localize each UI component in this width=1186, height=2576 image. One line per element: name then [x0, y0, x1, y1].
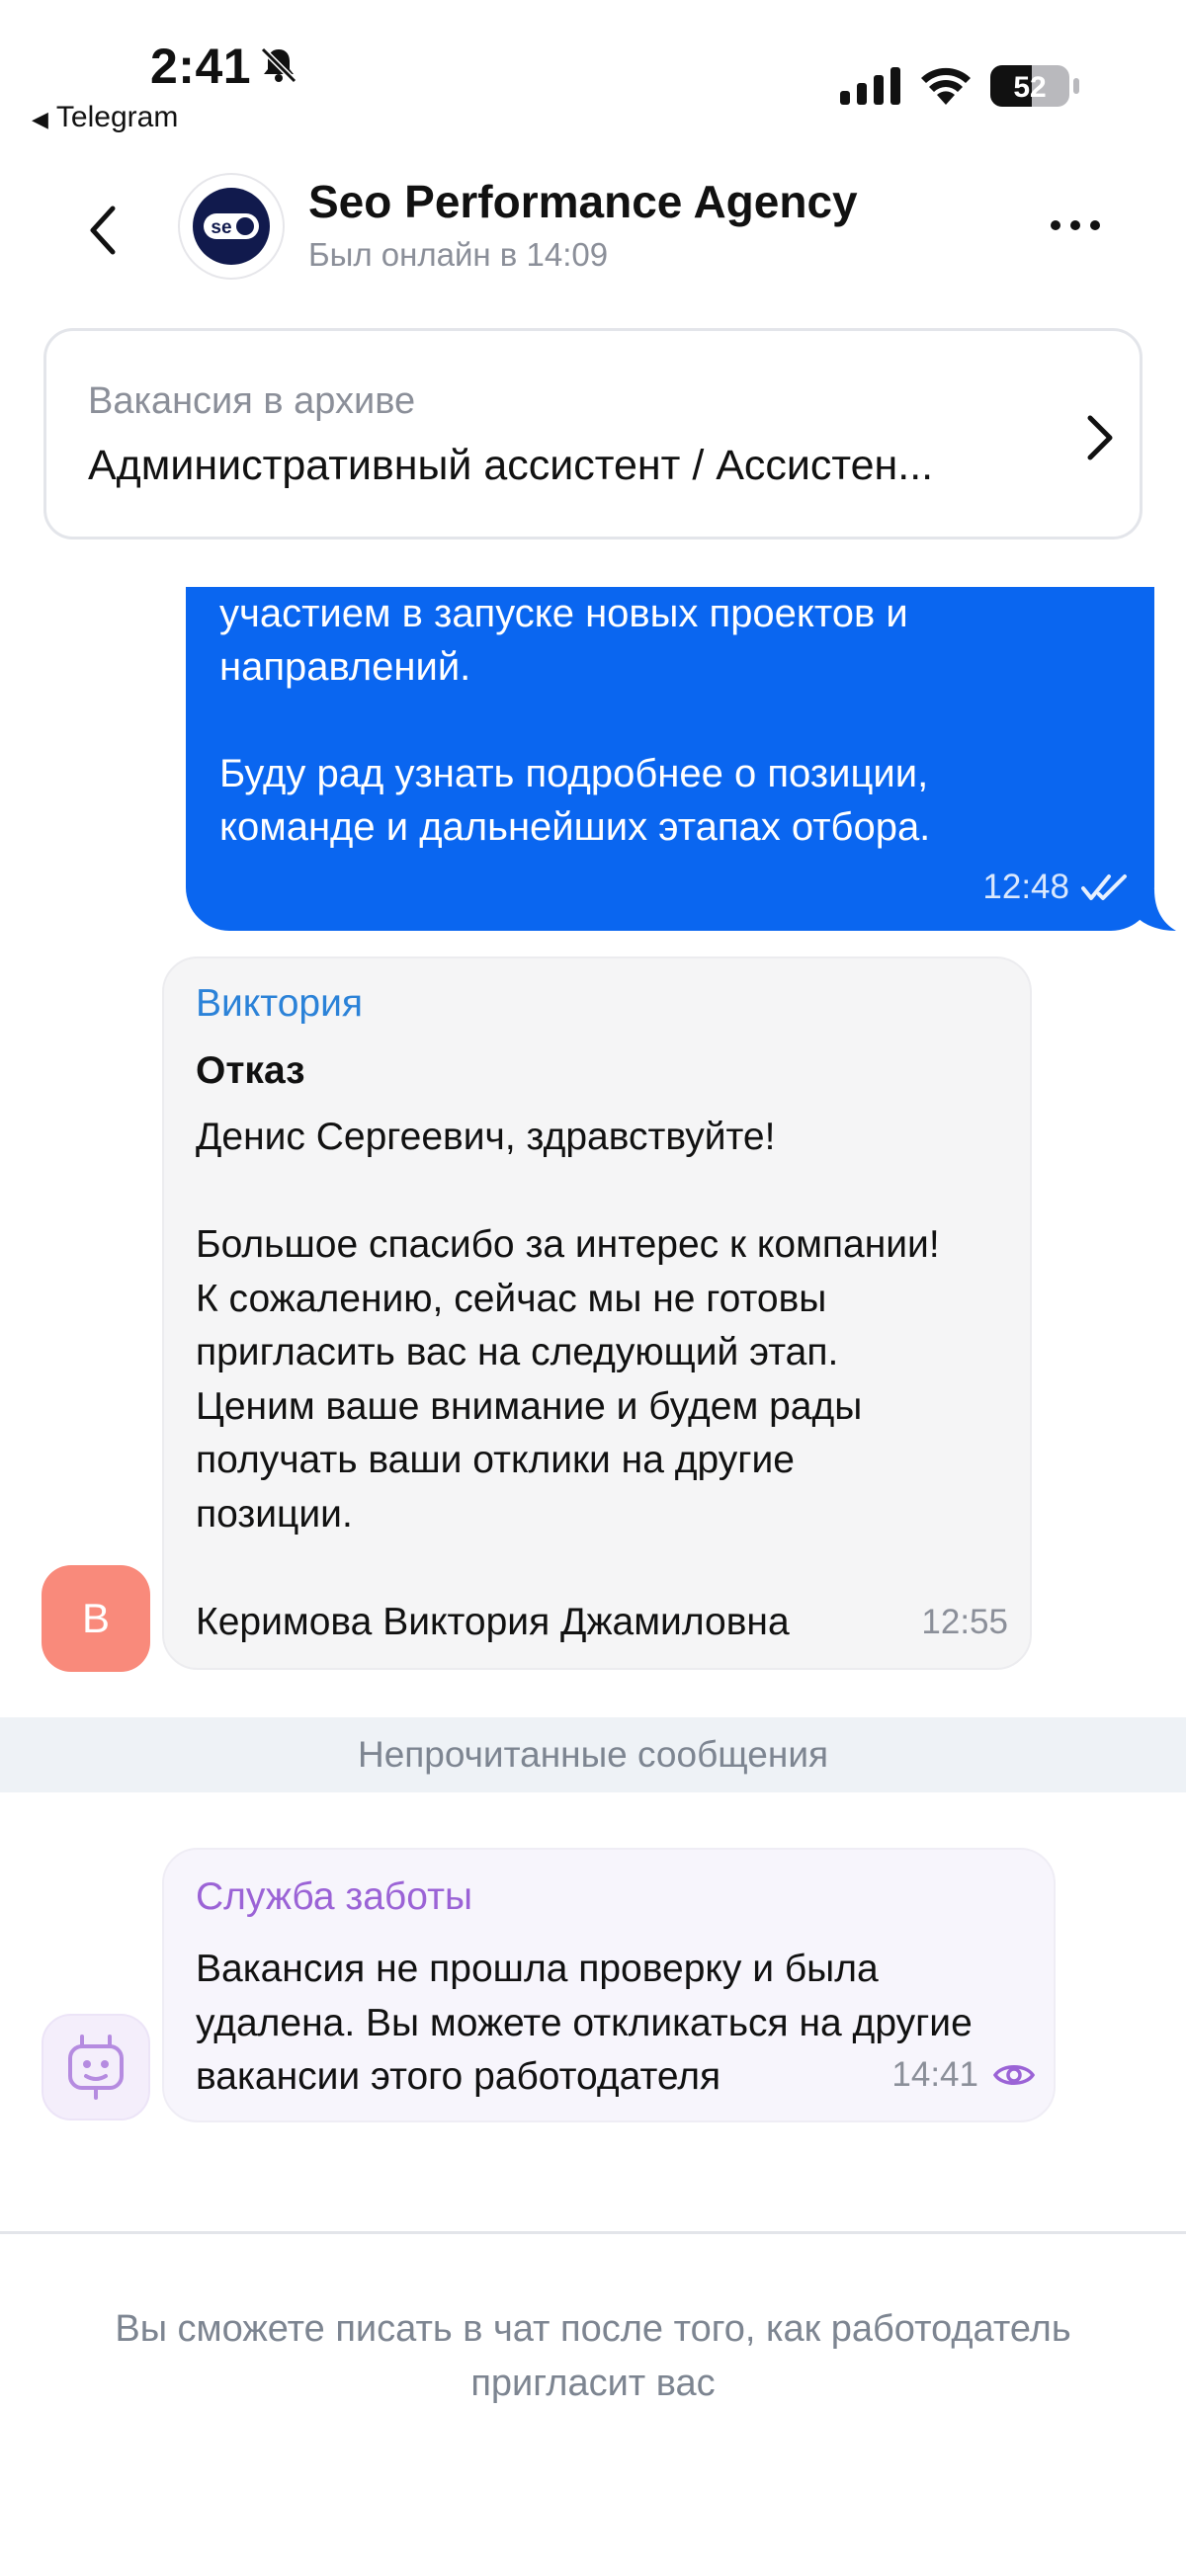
wifi-icon: [921, 67, 971, 105]
status-time: 2:41: [150, 39, 252, 94]
message-sender-name[interactable]: Виктория: [196, 982, 363, 1026]
outgoing-message[interactable]: участием в запуске новых проектов и напр…: [186, 587, 1154, 931]
chat-locked-notice: Вы сможете писать в чат после того, как …: [115, 2308, 1071, 2404]
vacancy-status-label: Вакансия в архиве: [88, 380, 416, 422]
chat-header: se Seo Performance Agency Был онлайн в 1…: [0, 163, 1186, 291]
battery-icon: 52: [990, 65, 1079, 107]
eye-icon: [992, 2065, 1036, 2085]
back-triangle-icon: ◀: [32, 107, 48, 131]
incoming-message[interactable]: Виктория Отказ Денис Сергеевич, здравств…: [162, 956, 1032, 1670]
double-check-icon: [1081, 874, 1127, 900]
incoming-message-text: Денис Сергеевич, здравствуйте! Большое с…: [196, 1116, 940, 1643]
last-seen-status: Был онлайн в 14:09: [308, 236, 609, 273]
chevron-right-icon: [1087, 415, 1113, 460]
bot-avatar: [42, 2014, 150, 2120]
cellular-signal-icon: [840, 67, 900, 105]
seo-logo-icon: se: [193, 188, 270, 265]
unread-messages-divider: Непрочитанные сообщения: [0, 1717, 1186, 1792]
status-bar: 2:41 ◀ Telegram 52: [0, 0, 1186, 148]
company-avatar[interactable]: se: [178, 173, 285, 280]
footer-divider: [0, 2231, 1186, 2234]
system-message-time: 14:41: [891, 2055, 978, 2094]
outgoing-message-text: участием в запуске новых проектов и напр…: [219, 592, 931, 849]
outgoing-message-meta: 12:48: [982, 868, 1129, 907]
outgoing-bubble-tail: [1137, 889, 1176, 931]
sender-avatar[interactable]: В: [42, 1565, 150, 1672]
back-app-label: Telegram: [55, 101, 179, 133]
vacancy-card[interactable]: Вакансия в архиве Административный ассис…: [43, 328, 1143, 540]
message-subject: Отказ: [196, 1049, 305, 1092]
logo-text: se: [211, 217, 231, 238]
battery-level: 52: [1013, 71, 1046, 104]
system-message[interactable]: Служба заботы Вакансия не прошла проверк…: [162, 1848, 1056, 2122]
more-options-icon[interactable]: [1046, 210, 1105, 240]
system-sender-name: Служба заботы: [196, 1875, 472, 1918]
bell-slash-icon: [260, 46, 297, 84]
incoming-message-time: 12:55: [921, 1603, 1008, 1641]
seo-logo-mark: se: [204, 213, 259, 239]
vacancy-title: Административный ассистент / Ассистен...: [88, 442, 934, 489]
back-chevron-icon[interactable]: [79, 201, 128, 260]
robot-icon: [68, 2035, 124, 2100]
chat-title[interactable]: Seo Performance Agency: [308, 175, 858, 228]
outgoing-message-time: 12:48: [982, 868, 1069, 906]
back-to-app-link[interactable]: ◀ Telegram: [32, 101, 178, 134]
system-message-meta: 14:41: [891, 2055, 1036, 2095]
